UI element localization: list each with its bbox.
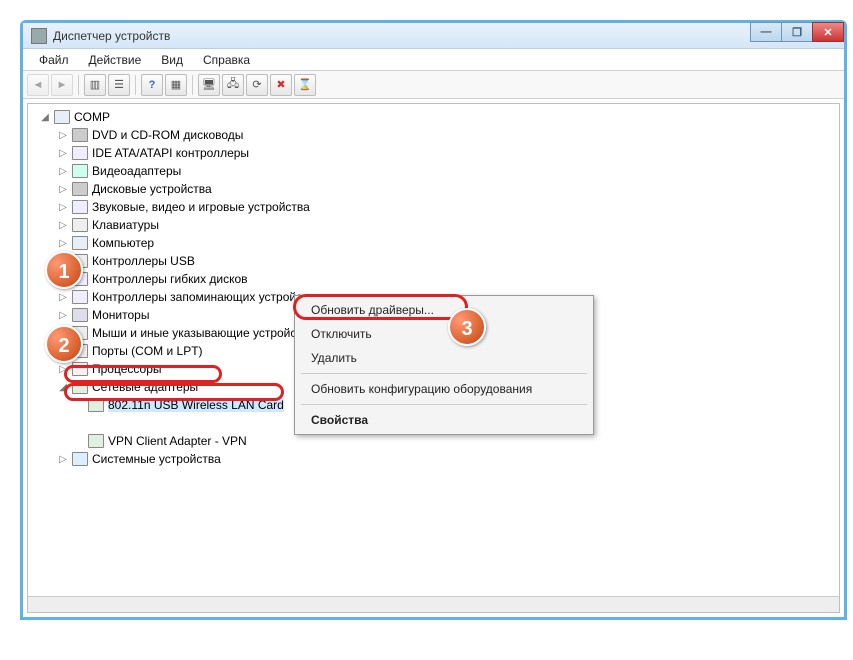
- category-label: Сетевые адаптеры: [92, 380, 198, 394]
- toolbar-button[interactable]: 🖧: [222, 74, 244, 96]
- category-label: Мыши и иные указывающие устройства: [92, 326, 315, 340]
- expand-icon[interactable]: ▷: [58, 454, 68, 465]
- category-label: Видеоадаптеры: [92, 164, 181, 178]
- annotation-badge-3: 3: [448, 308, 486, 346]
- expand-icon[interactable]: ▷: [58, 238, 68, 249]
- toolbar-separator: [135, 75, 136, 95]
- collapse-icon[interactable]: ◢: [58, 382, 68, 393]
- annotation-badge-1: 1: [45, 251, 83, 289]
- forward-button[interactable]: ►: [51, 74, 73, 96]
- category-label: Порты (COM и LPT): [92, 344, 203, 358]
- uninstall-button[interactable]: ✖: [270, 74, 292, 96]
- category-icon: [72, 308, 88, 322]
- window-controls: — ❐ ✕: [751, 22, 844, 42]
- category-icon: [72, 164, 88, 178]
- ctx-separator: [301, 404, 587, 405]
- update-driver-button[interactable]: ⟳: [246, 74, 268, 96]
- ctx-properties[interactable]: Свойства: [297, 408, 591, 432]
- menubar: Файл Действие Вид Справка: [23, 49, 844, 71]
- category-label: IDE ATA/ATAPI контроллеры: [92, 146, 249, 160]
- category-icon: [72, 182, 88, 196]
- ctx-refresh-config[interactable]: Обновить конфигурацию оборудования: [297, 377, 591, 401]
- maximize-button[interactable]: ❐: [781, 22, 813, 42]
- category-label: Системные устройства: [92, 452, 221, 466]
- toolbar: ◄ ► ▥ ☰ ? ▦ 🖥 🖧 ⟳ ✖ ⌛: [23, 71, 844, 99]
- menu-file[interactable]: Файл: [29, 51, 79, 69]
- adapter-label: 802.11n USB Wireless LAN Card: [108, 398, 284, 412]
- category-label: Дисковые устройства: [92, 182, 212, 196]
- scan-hardware-button[interactable]: 🖥: [198, 74, 220, 96]
- minimize-button[interactable]: —: [750, 22, 782, 42]
- category-label: Звуковые, видео и игровые устройства: [92, 200, 310, 214]
- tree-category[interactable]: ▷ Компьютер: [28, 234, 839, 252]
- expand-icon[interactable]: ▷: [58, 310, 68, 321]
- device-manager-window: Диспетчер устройств — ❐ ✕ Файл Действие …: [20, 20, 847, 620]
- category-label: Процессоры: [92, 362, 162, 376]
- root-label: COMP: [74, 110, 110, 124]
- category-icon: [72, 452, 88, 466]
- category-icon: [72, 128, 88, 142]
- window-title: Диспетчер устройств: [53, 29, 170, 43]
- ctx-separator: [301, 373, 587, 374]
- category-label: Компьютер: [92, 236, 154, 250]
- adapter-label: VPN Client Adapter - VPN: [108, 434, 247, 448]
- close-button[interactable]: ✕: [812, 22, 844, 42]
- expand-icon[interactable]: ▷: [58, 166, 68, 177]
- category-icon: [72, 200, 88, 214]
- ctx-delete[interactable]: Удалить: [297, 346, 591, 370]
- category-label: Контроллеры USB: [92, 254, 195, 268]
- horizontal-scrollbar[interactable]: [28, 596, 839, 612]
- properties-button[interactable]: ☰: [108, 74, 130, 96]
- tree-category[interactable]: ▷Контроллеры гибких дисков: [28, 270, 839, 288]
- tree-category[interactable]: ▷ DVD и CD-ROM дисководы: [28, 126, 839, 144]
- toolbar-separator: [78, 75, 79, 95]
- computer-icon: [54, 110, 70, 124]
- menu-view[interactable]: Вид: [151, 51, 193, 69]
- tree-root[interactable]: ◢ COMP: [28, 108, 839, 126]
- menu-help[interactable]: Справка: [193, 51, 260, 69]
- toolbar-separator: [192, 75, 193, 95]
- tree-category[interactable]: ▷Контроллеры USB: [28, 252, 839, 270]
- expand-icon[interactable]: ▷: [58, 292, 68, 303]
- expand-icon[interactable]: ▷: [58, 184, 68, 195]
- menu-action[interactable]: Действие: [79, 51, 152, 69]
- category-label: Контроллеры гибких дисков: [92, 272, 248, 286]
- tree-category[interactable]: ▷ Видеоадаптеры: [28, 162, 839, 180]
- tree-category[interactable]: ▷ Клавиатуры: [28, 216, 839, 234]
- titlebar: Диспетчер устройств — ❐ ✕: [23, 23, 844, 49]
- category-icon: [72, 380, 88, 394]
- annotation-badge-2: 2: [45, 325, 83, 363]
- category-icon: [72, 236, 88, 250]
- category-label: Клавиатуры: [92, 218, 159, 232]
- expand-icon[interactable]: ▷: [58, 364, 68, 375]
- expand-icon[interactable]: ▷: [58, 130, 68, 141]
- show-hide-tree-button[interactable]: ▥: [84, 74, 106, 96]
- tree-category[interactable]: ▷ IDE ATA/ATAPI контроллеры: [28, 144, 839, 162]
- tree-category[interactable]: ▷ Системные устройства: [28, 450, 839, 468]
- tree-category[interactable]: ▷ Звуковые, видео и игровые устройства: [28, 198, 839, 216]
- back-button[interactable]: ◄: [27, 74, 49, 96]
- adapter-icon: [88, 398, 104, 412]
- ctx-update-drivers[interactable]: Обновить драйверы...: [297, 298, 591, 322]
- tree-category[interactable]: ▷ Дисковые устройства: [28, 180, 839, 198]
- help-button[interactable]: ?: [141, 74, 163, 96]
- category-icon: [72, 218, 88, 232]
- expand-icon[interactable]: ▷: [58, 202, 68, 213]
- expand-icon[interactable]: ▷: [58, 148, 68, 159]
- toolbar-button[interactable]: ⌛: [294, 74, 316, 96]
- category-label: DVD и CD-ROM дисководы: [92, 128, 243, 142]
- category-label: Мониторы: [92, 308, 149, 322]
- context-menu: Обновить драйверы... Отключить Удалить О…: [294, 295, 594, 435]
- category-label: Контроллеры запоминающих устройств: [92, 290, 314, 304]
- toolbar-button[interactable]: ▦: [165, 74, 187, 96]
- category-icon: [72, 362, 88, 376]
- category-icon: [72, 290, 88, 304]
- category-icon: [72, 146, 88, 160]
- ctx-disable[interactable]: Отключить: [297, 322, 591, 346]
- adapter-icon: [88, 434, 104, 448]
- expand-icon[interactable]: ▷: [58, 220, 68, 231]
- app-icon: [31, 28, 47, 44]
- collapse-icon[interactable]: ◢: [40, 112, 50, 123]
